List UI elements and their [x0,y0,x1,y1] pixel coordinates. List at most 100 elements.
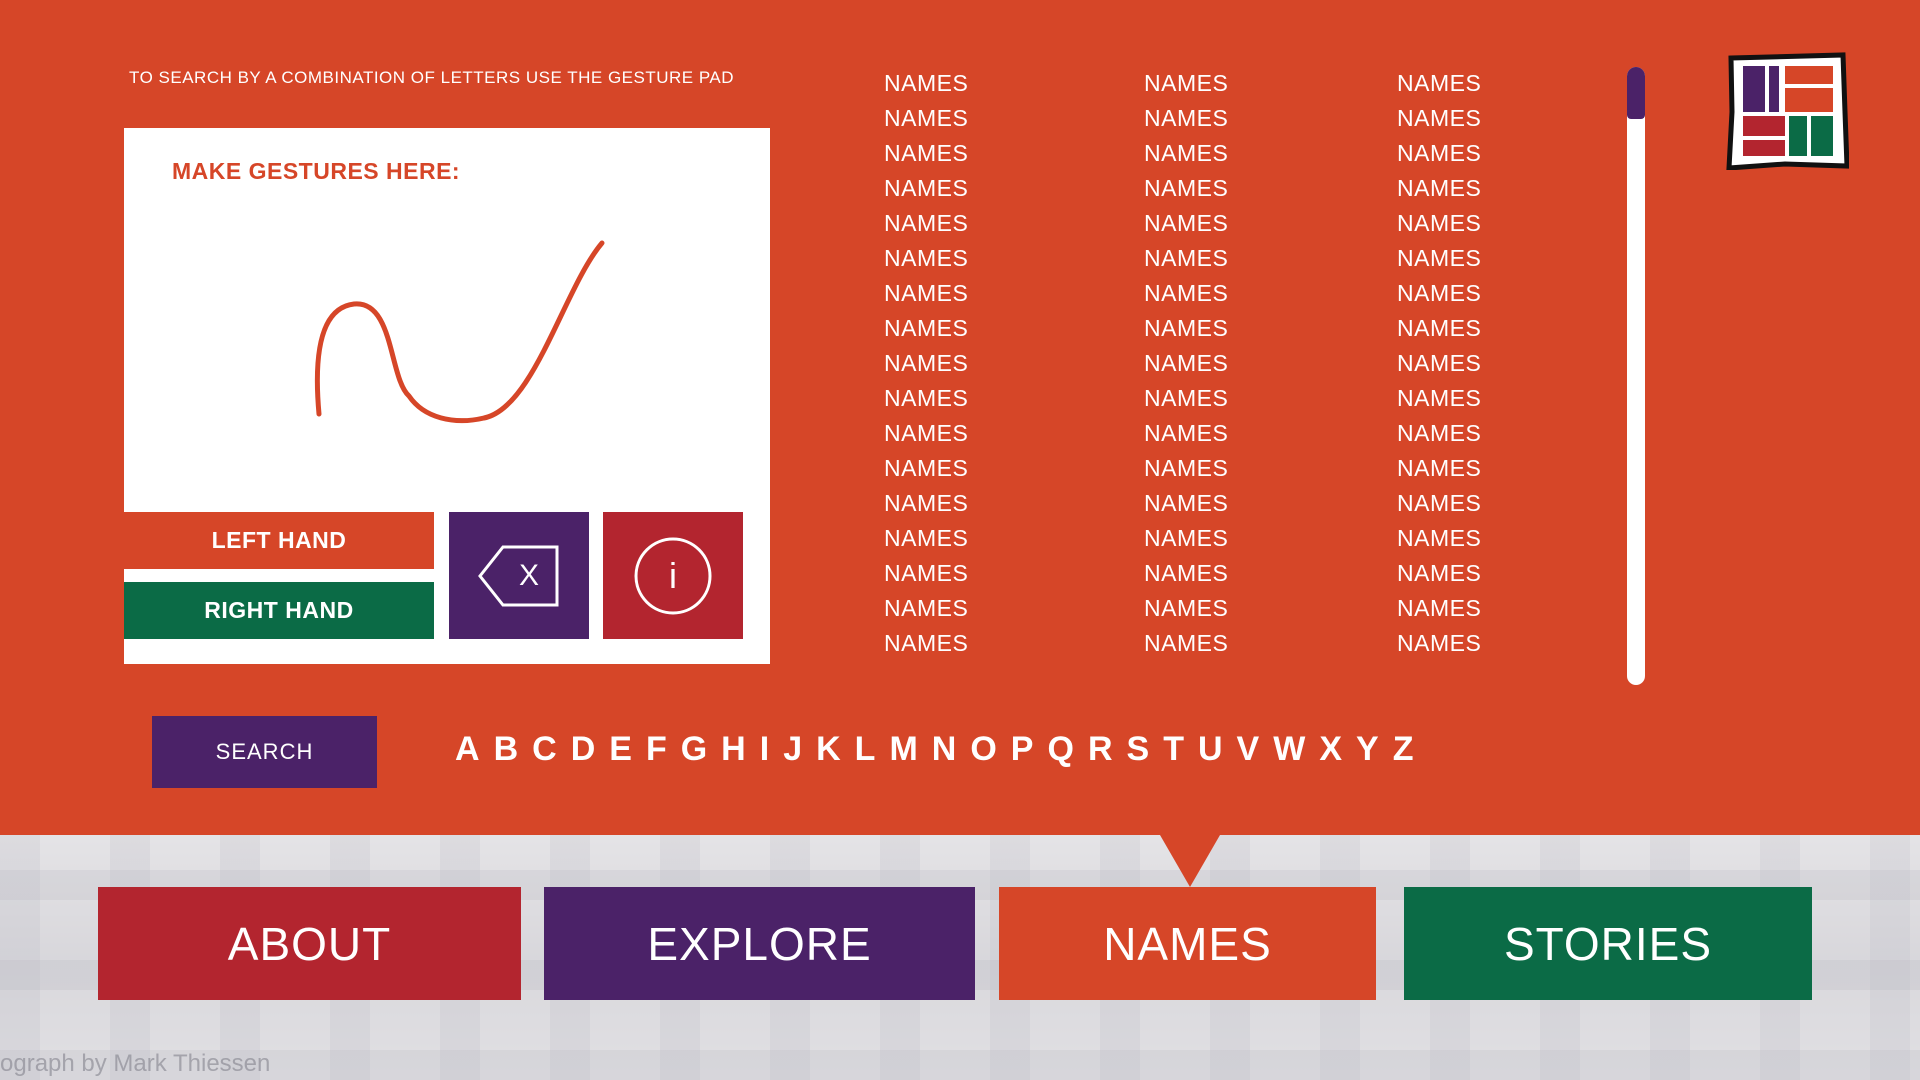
letter-button[interactable]: T [1156,725,1191,773]
letter-button[interactable]: U [1191,725,1230,773]
letter-button[interactable]: E [602,725,639,773]
photo-credit: otograph by Mark Thiessen [0,1050,271,1077]
name-item[interactable]: NAMES [884,486,1084,521]
letter-button[interactable]: N [925,725,964,773]
backspace-x-icon: X [478,545,559,606]
name-item[interactable]: NAMES [1397,136,1597,171]
name-item[interactable]: NAMES [884,591,1084,626]
name-item[interactable]: NAMES [1397,381,1597,416]
name-item[interactable]: NAMES [884,101,1084,136]
letter-button[interactable]: B [487,725,526,773]
letter-button[interactable]: S [1120,725,1157,773]
name-item[interactable]: NAMES [1397,276,1597,311]
name-item[interactable]: NAMES [884,521,1084,556]
letter-button[interactable]: F [639,725,674,773]
names-column-3: NAMES NAMES NAMES NAMES NAMES NAMES NAMES NAMES… [1397,66,1597,661]
name-item[interactable]: NAMES [1144,626,1344,661]
name-item[interactable]: NAMES [1144,136,1344,171]
name-item[interactable]: NAMES [1397,171,1597,206]
names-column-1: NAMES NAMES NAMES NAMES NAMES NAMES NAMES NAMES… [884,66,1084,661]
names-scrollbar[interactable] [1627,67,1645,685]
letter-button[interactable]: G [674,725,714,773]
info-label: i [669,555,677,596]
name-item[interactable]: NAMES [884,276,1084,311]
name-item[interactable]: NAMES [1397,241,1597,276]
letter-button[interactable]: Y [1349,725,1386,773]
letter-button[interactable]: H [714,725,753,773]
name-item[interactable]: NAMES [1397,346,1597,381]
letter-button[interactable]: L [848,725,883,773]
letter-button[interactable]: C [525,725,564,773]
name-item[interactable]: NAMES [884,626,1084,661]
name-item[interactable]: NAMES [1397,591,1597,626]
scrollbar-thumb[interactable] [1627,67,1645,119]
name-item[interactable]: NAMES [1144,381,1344,416]
nav-names-button[interactable]: NAMES [999,887,1376,1000]
gesture-pad[interactable]: MAKE GESTURES HERE: LEFT HAND RIGHT HAND… [124,128,770,664]
letter-button[interactable]: I [753,725,776,773]
info-icon: i [634,537,712,614]
name-item[interactable]: NAMES [1144,311,1344,346]
name-item[interactable]: NAMES [884,556,1084,591]
backspace-button[interactable]: X [449,512,589,639]
name-item[interactable]: NAMES [884,381,1084,416]
letter-button[interactable]: M [882,725,924,773]
instructions-text: TO SEARCH BY A COMBINATION OF LETTERS US… [129,68,735,87]
alphabet-index: ABCDEFGHIJKLMNOPQRSTUVWXYZ [448,725,1420,773]
name-item[interactable]: NAMES [1397,311,1597,346]
name-item[interactable]: NAMES [884,241,1084,276]
letter-button[interactable]: K [809,725,848,773]
name-item[interactable]: NAMES [1144,556,1344,591]
search-button[interactable]: SEARCH [152,716,377,788]
name-item[interactable]: NAMES [1397,521,1597,556]
name-item[interactable]: NAMES [884,206,1084,241]
name-item[interactable]: NAMES [884,136,1084,171]
letter-button[interactable]: V [1230,725,1267,773]
name-item[interactable]: NAMES [1397,626,1597,661]
gesture-stroke [314,240,605,424]
name-item[interactable]: NAMES [1144,66,1344,101]
name-item[interactable]: NAMES [1397,416,1597,451]
name-item[interactable]: NAMES [1144,486,1344,521]
name-item[interactable]: NAMES [884,451,1084,486]
name-item[interactable]: NAMES [1144,521,1344,556]
letter-button[interactable]: D [564,725,603,773]
backspace-label: X [519,559,539,592]
name-item[interactable]: NAMES [1144,416,1344,451]
info-button[interactable]: i [603,512,743,639]
name-item[interactable]: NAMES [1397,556,1597,591]
name-item[interactable]: NAMES [1144,346,1344,381]
name-item[interactable]: NAMES [1144,451,1344,486]
letter-button[interactable]: P [1004,725,1041,773]
letter-button[interactable]: Q [1040,725,1080,773]
name-item[interactable]: NAMES [884,311,1084,346]
name-item[interactable]: NAMES [884,346,1084,381]
letter-button[interactable]: X [1312,725,1349,773]
name-item[interactable]: NAMES [1397,206,1597,241]
name-item[interactable]: NAMES [1397,101,1597,136]
right-hand-button[interactable]: RIGHT HAND [124,582,434,639]
name-item[interactable]: NAMES [884,416,1084,451]
letter-button[interactable]: O [963,725,1003,773]
name-item[interactable]: NAMES [1144,101,1344,136]
name-item[interactable]: NAMES [1144,206,1344,241]
letter-button[interactable]: W [1266,725,1312,773]
name-item[interactable]: NAMES [884,171,1084,206]
name-item[interactable]: NAMES [1397,66,1597,101]
name-item[interactable]: NAMES [1144,241,1344,276]
letter-button[interactable]: Z [1386,725,1421,773]
name-item[interactable]: NAMES [1144,276,1344,311]
name-item[interactable]: NAMES [884,66,1084,101]
letter-button[interactable]: R [1081,725,1120,773]
name-item[interactable]: NAMES [1397,451,1597,486]
name-item[interactable]: NAMES [1144,591,1344,626]
letter-button[interactable]: A [448,725,487,773]
nav-stories-button[interactable]: STORIES [1404,887,1812,1000]
letter-button[interactable]: J [776,725,809,773]
nav-explore-button[interactable]: EXPLORE [544,887,975,1000]
left-hand-button[interactable]: LEFT HAND [124,512,434,569]
name-item[interactable]: NAMES [1144,171,1344,206]
nav-about-button[interactable]: ABOUT [98,887,521,1000]
names-column-2: NAMES NAMES NAMES NAMES NAMES NAMES NAMES NAMES… [1144,66,1344,661]
name-item[interactable]: NAMES [1397,486,1597,521]
